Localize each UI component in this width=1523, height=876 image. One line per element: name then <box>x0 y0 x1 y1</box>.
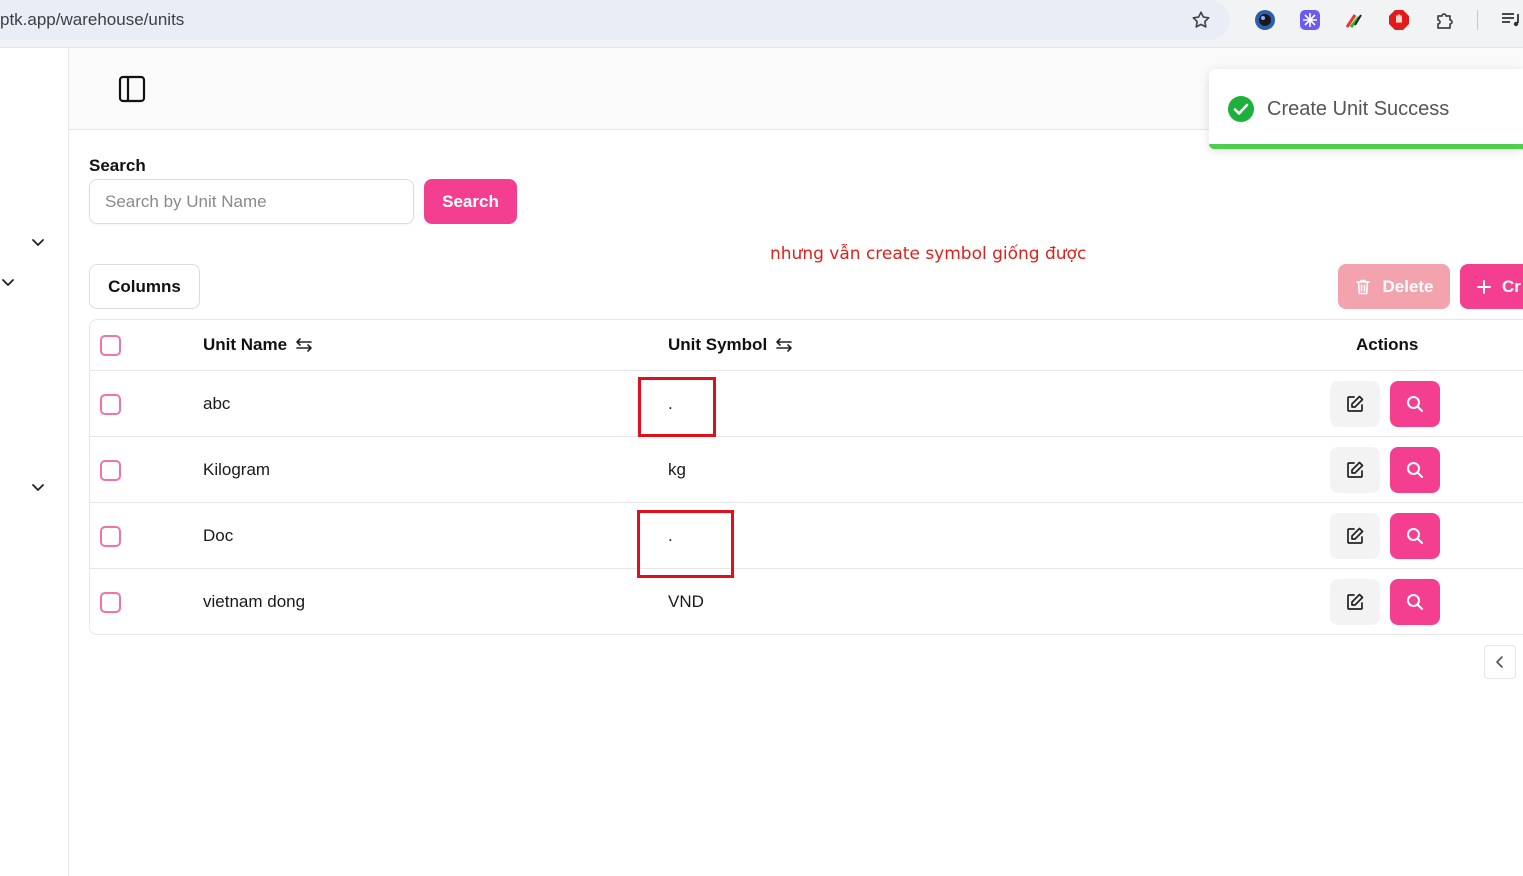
success-toast: Create Unit Success <box>1209 69 1523 149</box>
extension-globe-icon[interactable] <box>1254 9 1276 31</box>
column-header-unit-name[interactable]: Unit Name <box>203 335 313 355</box>
toast-progress-bar <box>1209 144 1523 149</box>
column-header-actions: Actions <box>1356 335 1419 354</box>
cell-unit-name: Doc <box>203 526 234 545</box>
bookmark-star-icon[interactable] <box>1190 9 1212 31</box>
search-icon <box>1407 462 1423 478</box>
columns-button[interactable]: Columns <box>89 264 200 309</box>
delete-button[interactable]: Delete <box>1338 264 1450 309</box>
table-row: Doc . <box>90 503 1523 569</box>
chevron-down-icon[interactable] <box>30 234 46 250</box>
extensions-puzzle-icon[interactable] <box>1434 9 1456 31</box>
extension-color-icon[interactable] <box>1343 9 1365 31</box>
create-button-label: Cr <box>1502 276 1521 296</box>
view-button[interactable] <box>1390 447 1440 493</box>
annotation-text: nhưng vẫn create symbol giống được <box>770 244 1087 264</box>
view-button[interactable] <box>1390 513 1440 559</box>
edit-button[interactable] <box>1330 513 1380 559</box>
select-all-checkbox[interactable] <box>100 335 121 356</box>
units-table: Unit Name Unit Symbol Actions abc . Kilo… <box>89 319 1523 635</box>
edit-icon <box>1347 395 1364 412</box>
table-row: vietnam dong VND <box>90 569 1523 635</box>
row-checkbox[interactable] <box>100 394 121 415</box>
media-queue-icon[interactable] <box>1500 9 1522 31</box>
delete-button-label: Delete <box>1382 276 1434 296</box>
cell-unit-name: vietnam dong <box>203 592 306 611</box>
column-header-unit-symbol[interactable]: Unit Symbol <box>668 335 793 355</box>
chevron-left-icon <box>1496 656 1503 668</box>
view-button[interactable] <box>1390 381 1440 427</box>
edit-button[interactable] <box>1330 579 1380 625</box>
row-checkbox[interactable] <box>100 526 121 547</box>
search-label: Search <box>89 156 146 175</box>
cell-unit-symbol: VND <box>668 592 704 611</box>
check-circle-icon <box>1227 95 1255 123</box>
search-icon <box>1407 396 1423 412</box>
address-bar[interactable]: ptk.app/warehouse/units <box>0 0 1230 40</box>
cell-unit-name: abc <box>203 394 231 413</box>
search-icon <box>1407 528 1423 544</box>
extension-snowflake-icon[interactable] <box>1299 9 1321 31</box>
toolbar-divider <box>1477 10 1478 30</box>
chevron-down-icon[interactable] <box>0 274 16 290</box>
edit-button[interactable] <box>1330 381 1380 427</box>
search-input[interactable] <box>89 179 414 224</box>
sort-icon[interactable] <box>295 336 313 354</box>
search-icon <box>1407 594 1423 610</box>
url-text[interactable]: ptk.app/warehouse/units <box>0 10 184 30</box>
table-row: Kilogram kg <box>90 437 1523 503</box>
view-button[interactable] <box>1390 579 1440 625</box>
plus-icon <box>1477 279 1491 294</box>
highlight-box <box>638 377 716 437</box>
edit-icon <box>1347 593 1364 610</box>
sort-icon[interactable] <box>775 336 793 354</box>
edit-button[interactable] <box>1330 447 1380 493</box>
chevron-down-icon[interactable] <box>30 479 46 495</box>
highlight-box <box>637 510 734 578</box>
extension-adblock-icon[interactable] <box>1388 9 1410 31</box>
column-header-label: Unit Symbol <box>668 335 768 354</box>
browser-toolbar: ptk.app/warehouse/units <box>0 0 1523 48</box>
row-checkbox[interactable] <box>100 460 121 481</box>
pagination-prev-button[interactable] <box>1484 645 1516 679</box>
edit-icon <box>1347 527 1364 544</box>
cell-unit-name: Kilogram <box>203 460 271 479</box>
row-checkbox[interactable] <box>100 592 121 613</box>
sidebar <box>0 48 69 876</box>
create-button[interactable]: Cr <box>1460 264 1523 309</box>
cell-unit-symbol: kg <box>668 460 686 479</box>
table-header-row: Unit Name Unit Symbol Actions <box>90 320 1523 371</box>
toast-message: Create Unit Success <box>1267 98 1450 120</box>
sidebar-toggle-icon[interactable] <box>118 75 146 103</box>
search-button[interactable]: Search <box>424 179 517 224</box>
table-row: abc . <box>90 371 1523 437</box>
trash-icon <box>1356 279 1371 294</box>
edit-icon <box>1347 461 1364 478</box>
column-header-label: Unit Name <box>203 335 288 354</box>
